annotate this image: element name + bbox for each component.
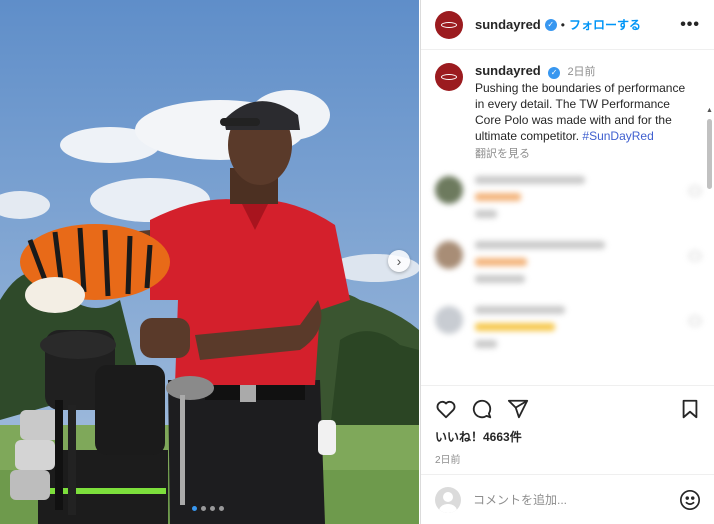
caption: sundayred ✓ 2日前 Pushing the boundaries o… [421,51,714,162]
comments-list[interactable]: sundayred ✓ 2日前 Pushing the boundaries o… [421,51,714,384]
action-bar [421,386,714,420]
heart-icon[interactable] [435,398,457,420]
avatar[interactable] [435,10,463,39]
comment-input[interactable] [473,492,663,507]
heart-icon [689,186,701,196]
avatar [435,306,463,334]
carousel-dot-1 [192,506,197,511]
comment-icon[interactable] [471,398,493,420]
comments-scrollbar[interactable]: ▲ ▼ [706,107,713,384]
scroll-up-icon[interactable]: ▲ [706,107,713,114]
share-icon[interactable] [507,398,529,420]
follow-button[interactable]: フォローする [569,16,641,33]
bookmark-icon[interactable] [679,398,701,420]
list-item [421,176,714,227]
carousel-dot-2 [201,506,206,511]
caption-username[interactable]: sundayred [475,63,541,78]
list-item [421,306,714,357]
carousel-dot-4 [219,506,224,511]
emoji-icon[interactable] [679,489,701,511]
caption-avatar[interactable] [435,63,463,91]
post-header: sundayred ✓ • フォローする ••• [421,0,714,50]
separator-dot: • [560,17,565,32]
translate-link[interactable]: 翻訳を見る [475,146,697,162]
engagement-area: いいね！4663件 2日前 [421,385,714,475]
avatar [435,176,463,204]
scroll-thumb[interactable] [707,119,712,189]
posted-time: 2日前 [435,455,461,466]
caption-time[interactable]: 2日前 [567,66,595,78]
post-side-panel: sundayred ✓ • フォローする ••• sundayred ✓ 2日前… [420,0,714,524]
post-username[interactable]: sundayred [475,17,541,32]
more-options-icon[interactable]: ••• [680,16,700,34]
verified-badge-icon: ✓ [544,18,557,31]
post-photo[interactable]: › [0,0,419,524]
caption-hashtag[interactable]: #SunDayRed [582,129,653,143]
heart-icon [689,251,701,261]
carousel-next-button[interactable]: › [388,250,410,272]
carousel-dots [192,506,224,511]
heart-icon [689,316,701,326]
likes-count[interactable]: いいね！4663件 [421,420,714,445]
list-item [421,241,714,292]
avatar [435,486,461,513]
verified-badge-icon: ✓ [548,67,561,79]
caption-body: sundayred ✓ 2日前 Pushing the boundaries o… [475,63,697,162]
golfer-photo [0,0,419,524]
carousel-dot-3 [210,506,215,511]
caption-text: Pushing the boundaries of performance in… [475,80,697,144]
avatar [435,241,463,269]
comment-composer [421,474,714,524]
